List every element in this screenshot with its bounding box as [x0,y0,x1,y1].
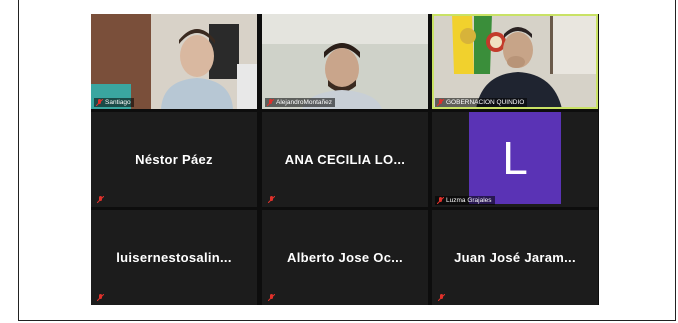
mic-muted-icon [96,99,103,106]
video-tile-gobernacion[interactable]: GOBERNACION QUINDIO [432,14,598,109]
participant-video [262,14,428,109]
video-tile-alejandro[interactable]: AlejandroMontañez [262,14,428,109]
mic-muted-icon [97,196,104,203]
participant-video [91,14,257,109]
tile-juan-jose[interactable]: Juan José Jaram... [432,210,598,305]
mic-muted-icon [438,294,445,301]
participant-display-name: luisernestosalin... [116,250,232,265]
mic-muted-icon [268,294,275,301]
participant-display-name: Néstor Páez [135,152,213,167]
mic-muted-icon [267,99,274,106]
participant-name-label: Santiago [94,98,134,107]
tile-alberto-jose[interactable]: Alberto Jose Oc... [262,210,428,305]
mic-muted-icon [437,197,444,204]
participant-display-name: Juan José Jaram... [454,250,576,265]
gallery-view: Santiago AlejandroMontañez GOBERNACION Q… [91,14,599,305]
mic-muted-icon [268,196,275,203]
tile-ana-cecilia[interactable]: ANA CECILIA LO... [262,112,428,207]
video-tile-santiago[interactable]: Santiago [91,14,257,109]
tile-luzma-grajales[interactable]: L Luzma Grajales [432,112,598,207]
tile-luisernestosalin[interactable]: luisernestosalin... [91,210,257,305]
participant-name-label: AlejandroMontañez [265,98,336,107]
participant-name-label: GOBERNACION QUINDIO [435,98,528,107]
participant-name-label: Luzma Grajales [435,196,495,205]
avatar: L [469,112,561,204]
mic-muted-icon [97,294,104,301]
participant-display-name: ANA CECILIA LO... [284,152,406,167]
mic-muted-icon [437,99,444,106]
participant-display-name: Alberto Jose Oc... [287,250,403,265]
tile-nestor-paez[interactable]: Néstor Páez [91,112,257,207]
participant-video [432,14,598,109]
